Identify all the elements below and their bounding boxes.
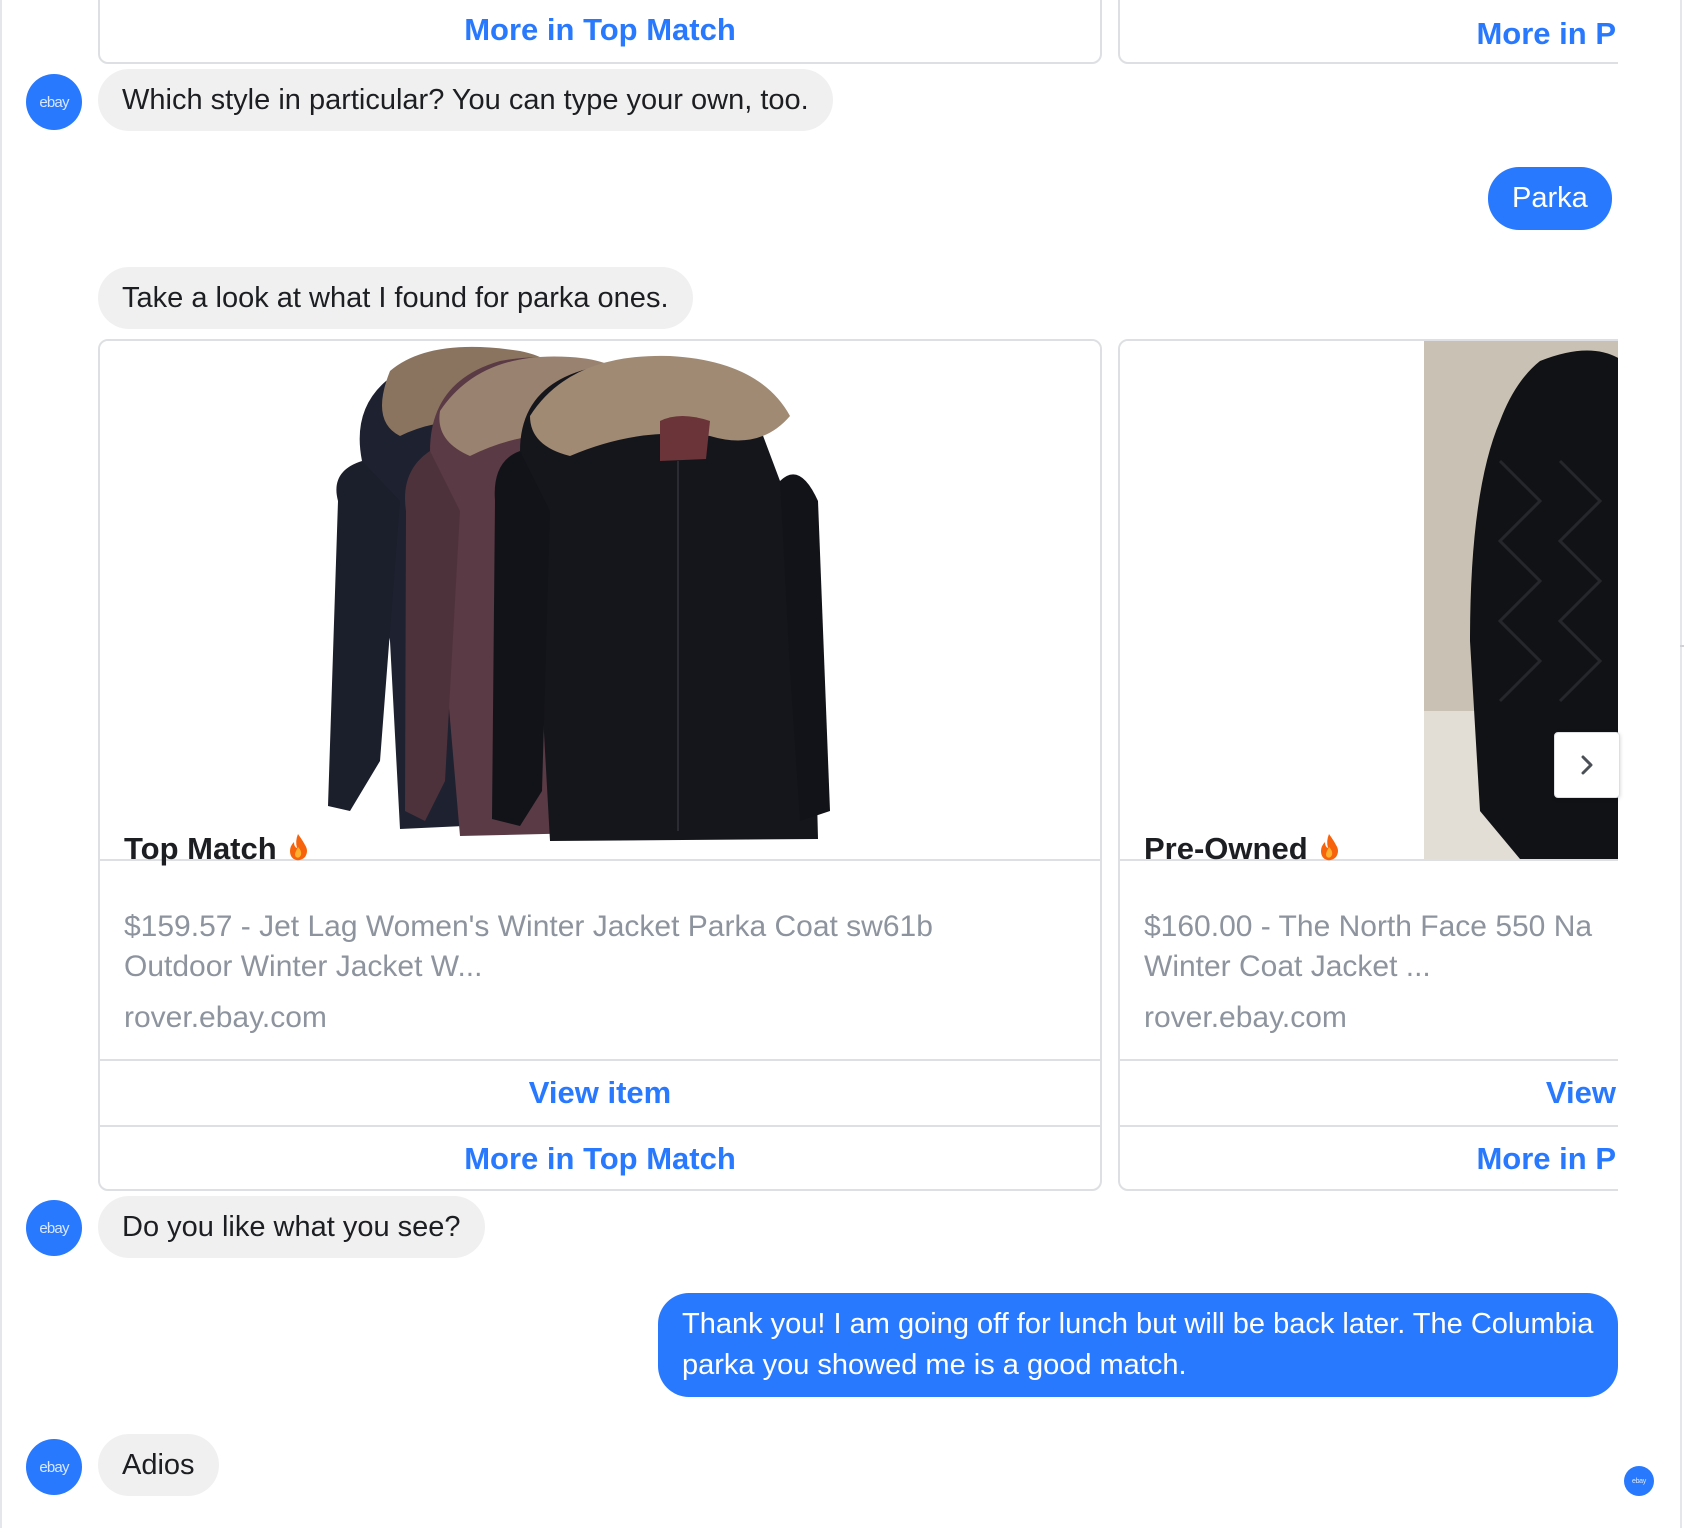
carousel-next-button[interactable]: [1554, 732, 1620, 798]
card-image[interactable]: [1120, 341, 1618, 861]
frame-tick: [1680, 645, 1684, 647]
more-in-p-button[interactable]: More in P: [1476, 2, 1616, 62]
bot-message-adios: Adios: [98, 1434, 219, 1496]
card-domain: rover.ebay.com: [1144, 1001, 1347, 1034]
product-card-top-match[interactable]: Top Match $159.57 - Jet Lag Women's Wint…: [98, 339, 1102, 1191]
bot-avatar: ebay: [26, 1200, 82, 1256]
card-subtitle-line2: Winter Coat Jacket ...: [1144, 950, 1431, 983]
prev-card-right-clip: More in P: [1118, 0, 1618, 64]
fire-icon: [289, 834, 307, 861]
view-button[interactable]: View: [1120, 1059, 1618, 1125]
card-subtitle-line2: Outdoor Winter Jacket W...: [124, 950, 483, 983]
user-message-thanks: Thank you! I am going off for lunch but …: [658, 1293, 1618, 1397]
more-in-top-match-button[interactable]: More in Top Match: [100, 1125, 1100, 1189]
bot-message-like: Do you like what you see?: [98, 1196, 485, 1258]
seen-avatar: ebay: [1624, 1466, 1654, 1496]
card-subtitle-line1: $159.57 - Jet Lag Women's Winter Jacket …: [124, 910, 933, 943]
bot-message-style-question: Which style in particular? You can type …: [98, 69, 833, 131]
card-domain: rover.ebay.com: [124, 1001, 327, 1034]
card2-clip: Pre-Owned $160.00 - The North Face 550 N…: [1118, 339, 1618, 1191]
card-title: Pre-Owned: [1144, 831, 1340, 867]
card-image[interactable]: [100, 341, 1100, 861]
bot-message-found: Take a look at what I found for parka on…: [98, 267, 693, 329]
card-title: Top Match: [124, 831, 309, 867]
view-item-button[interactable]: View item: [100, 1059, 1100, 1125]
product-card-pre-owned[interactable]: Pre-Owned $160.00 - The North Face 550 N…: [1118, 339, 1618, 1191]
chevron-right-icon: [1581, 755, 1593, 775]
parka-coats-image: [328, 346, 830, 841]
frame-border-left: [0, 0, 2, 1528]
black-down-coat-image: [1424, 341, 1618, 859]
more-in-top-match-button[interactable]: More in Top Match: [100, 0, 1100, 62]
frame-border-right: [1680, 0, 1682, 1528]
prev-card-right: More in P: [1118, 0, 1618, 64]
bot-avatar: ebay: [26, 74, 82, 130]
fire-icon: [1320, 834, 1338, 861]
more-in-p-button[interactable]: More in P: [1120, 1125, 1618, 1189]
bot-avatar: ebay: [26, 1439, 82, 1495]
prev-card-left: More in Top Match: [98, 0, 1102, 64]
user-message-parka: Parka: [1488, 167, 1612, 230]
card-subtitle-line1: $160.00 - The North Face 550 Na: [1144, 910, 1593, 943]
